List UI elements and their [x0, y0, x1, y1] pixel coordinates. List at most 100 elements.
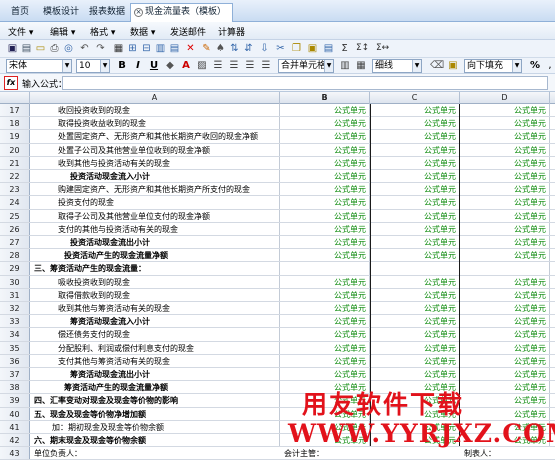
- grid-icon[interactable]: ▦: [112, 42, 125, 55]
- align-left-icon[interactable]: ☰: [211, 59, 225, 73]
- cell-d[interactable]: 公式单元: [460, 249, 550, 262]
- cell-a[interactable]: 取得投资收益收到的现金: [30, 117, 280, 130]
- cell-c[interactable]: 公式单元: [370, 368, 460, 381]
- cell-d[interactable]: 公式单元: [460, 341, 550, 354]
- tab-close-icon[interactable]: ×: [134, 8, 143, 17]
- row-number[interactable]: 40: [0, 407, 30, 420]
- cell-c[interactable]: 公式单元: [370, 315, 460, 328]
- corner-cell[interactable]: [0, 92, 30, 104]
- row-number[interactable]: 34: [0, 328, 30, 341]
- row-number[interactable]: 30: [0, 275, 30, 288]
- row-number[interactable]: 31: [0, 288, 30, 301]
- row-number[interactable]: 24: [0, 196, 30, 209]
- cell-a[interactable]: 取得借款收到的现金: [30, 288, 280, 301]
- cell-d[interactable]: 公式单元: [460, 420, 550, 433]
- sum-icon[interactable]: Σ: [338, 42, 351, 55]
- cell-b[interactable]: [280, 262, 370, 275]
- row-number[interactable]: 41: [0, 420, 30, 433]
- cell-c[interactable]: 公式单元: [370, 196, 460, 209]
- cell-c[interactable]: 公式单元: [370, 170, 460, 183]
- copy-icon[interactable]: ❐: [290, 42, 303, 55]
- cell-c[interactable]: 公式单元: [370, 143, 460, 156]
- cell-a[interactable]: 投资活动产生的现金流量净额: [30, 249, 280, 262]
- cell-b[interactable]: 公式单元: [280, 170, 370, 183]
- cell-d[interactable]: 公式单元: [460, 288, 550, 301]
- cell-c[interactable]: 公式单元: [370, 288, 460, 301]
- cell-d[interactable]: 公式单元: [460, 222, 550, 235]
- formula-input[interactable]: [62, 76, 548, 90]
- cell-c[interactable]: 公式单元: [370, 394, 460, 407]
- cell-b[interactable]: 会计主管：: [280, 447, 370, 459]
- cell-d[interactable]: 公式单元: [460, 354, 550, 367]
- cell-a[interactable]: 四、汇率变动对现金及现金等价物的影响: [30, 394, 280, 407]
- grid-lines-icon[interactable]: ▦: [354, 59, 368, 73]
- menu-format[interactable]: 格式 ▾: [90, 25, 115, 38]
- cell-c[interactable]: 公式单元: [370, 156, 460, 169]
- cell-a[interactable]: 筹资活动产生的现金流量净额: [30, 381, 280, 394]
- cell-a[interactable]: 收回投资收到的现金: [30, 104, 280, 117]
- cell-c[interactable]: 公式单元: [370, 354, 460, 367]
- cell-d[interactable]: 公式单元: [460, 315, 550, 328]
- cell-b[interactable]: 公式单元: [280, 341, 370, 354]
- cell-d[interactable]: 公式单元: [460, 275, 550, 288]
- column-header-c[interactable]: C: [370, 92, 460, 104]
- row-number[interactable]: 25: [0, 209, 30, 222]
- cell-b[interactable]: 公式单元: [280, 420, 370, 433]
- tab-home[interactable]: 首页: [4, 3, 36, 22]
- cell-d[interactable]: 公式单元: [460, 368, 550, 381]
- cell-b[interactable]: 公式单元: [280, 354, 370, 367]
- cell-d[interactable]: 公式单元: [460, 117, 550, 130]
- row-number[interactable]: 26: [0, 222, 30, 235]
- open-icon[interactable]: ▭: [34, 42, 47, 55]
- menu-send-mail[interactable]: 发送邮件: [170, 25, 206, 38]
- row-number[interactable]: 23: [0, 183, 30, 196]
- column-header-b[interactable]: B: [280, 92, 370, 104]
- fill-color-icon[interactable]: ◆: [163, 59, 177, 73]
- fill-direction-select[interactable]: 向下填充 ▼: [464, 59, 522, 73]
- cell-c[interactable]: 公式单元: [370, 183, 460, 196]
- cell-d[interactable]: 公式单元: [460, 196, 550, 209]
- cell-d[interactable]: 公式单元: [460, 302, 550, 315]
- border-icon[interactable]: ▨: [195, 59, 209, 73]
- menu-edit[interactable]: 编辑 ▾: [50, 25, 75, 38]
- cell-d[interactable]: 公式单元: [460, 143, 550, 156]
- cell-a[interactable]: 投资活动现金流出小计: [30, 236, 280, 249]
- cell-b[interactable]: 公式单元: [280, 249, 370, 262]
- cell-b[interactable]: 公式单元: [280, 288, 370, 301]
- cell-d[interactable]: 公式单元: [460, 156, 550, 169]
- cell-b[interactable]: 公式单元: [280, 434, 370, 447]
- cell-c[interactable]: 公式单元: [370, 209, 460, 222]
- cell-a[interactable]: 收到其他与筹资活动有关的现金: [30, 302, 280, 315]
- print-icon[interactable]: ⎙: [48, 42, 61, 55]
- row-number[interactable]: 22: [0, 170, 30, 183]
- row-number[interactable]: 37: [0, 368, 30, 381]
- cell-c[interactable]: 公式单元: [370, 104, 460, 117]
- cell-b[interactable]: 公式单元: [280, 381, 370, 394]
- cell-c[interactable]: 公式单元: [370, 407, 460, 420]
- menu-file[interactable]: 文件 ▾: [8, 25, 33, 38]
- font-family-select[interactable]: 宋体 ▼: [6, 59, 72, 73]
- cell-b[interactable]: 公式单元: [280, 302, 370, 315]
- row-number[interactable]: 38: [0, 381, 30, 394]
- cell-d[interactable]: 制表人：: [460, 447, 550, 459]
- cell-c[interactable]: 公式单元: [370, 381, 460, 394]
- cell-a[interactable]: 偿还债务支付的现金: [30, 328, 280, 341]
- cell-a[interactable]: 处置固定资产、无形资产和其他长期资产收回的现金净额: [30, 130, 280, 143]
- save-icon[interactable]: ▣: [6, 42, 19, 55]
- cell-a[interactable]: 分配股利、利润或偿付利息支付的现金: [30, 341, 280, 354]
- row-number[interactable]: 42: [0, 434, 30, 447]
- cell-b[interactable]: 公式单元: [280, 143, 370, 156]
- align-center-icon[interactable]: ☰: [227, 59, 241, 73]
- row-number[interactable]: 28: [0, 249, 30, 262]
- font-size-select[interactable]: 10 ▼: [76, 59, 110, 73]
- row-number[interactable]: 39: [0, 394, 30, 407]
- cell-b[interactable]: 公式单元: [280, 407, 370, 420]
- delete-icon[interactable]: ✕: [184, 42, 197, 55]
- eraser-icon[interactable]: ⌫: [430, 59, 444, 73]
- row-number[interactable]: 43: [0, 447, 30, 460]
- cell-b[interactable]: 公式单元: [280, 209, 370, 222]
- cell-a[interactable]: 处置子公司及其他营业单位收到的现金净额: [30, 143, 280, 156]
- cell-c[interactable]: 公式单元: [370, 222, 460, 235]
- cell-b[interactable]: 公式单元: [280, 315, 370, 328]
- cell-b[interactable]: 公式单元: [280, 156, 370, 169]
